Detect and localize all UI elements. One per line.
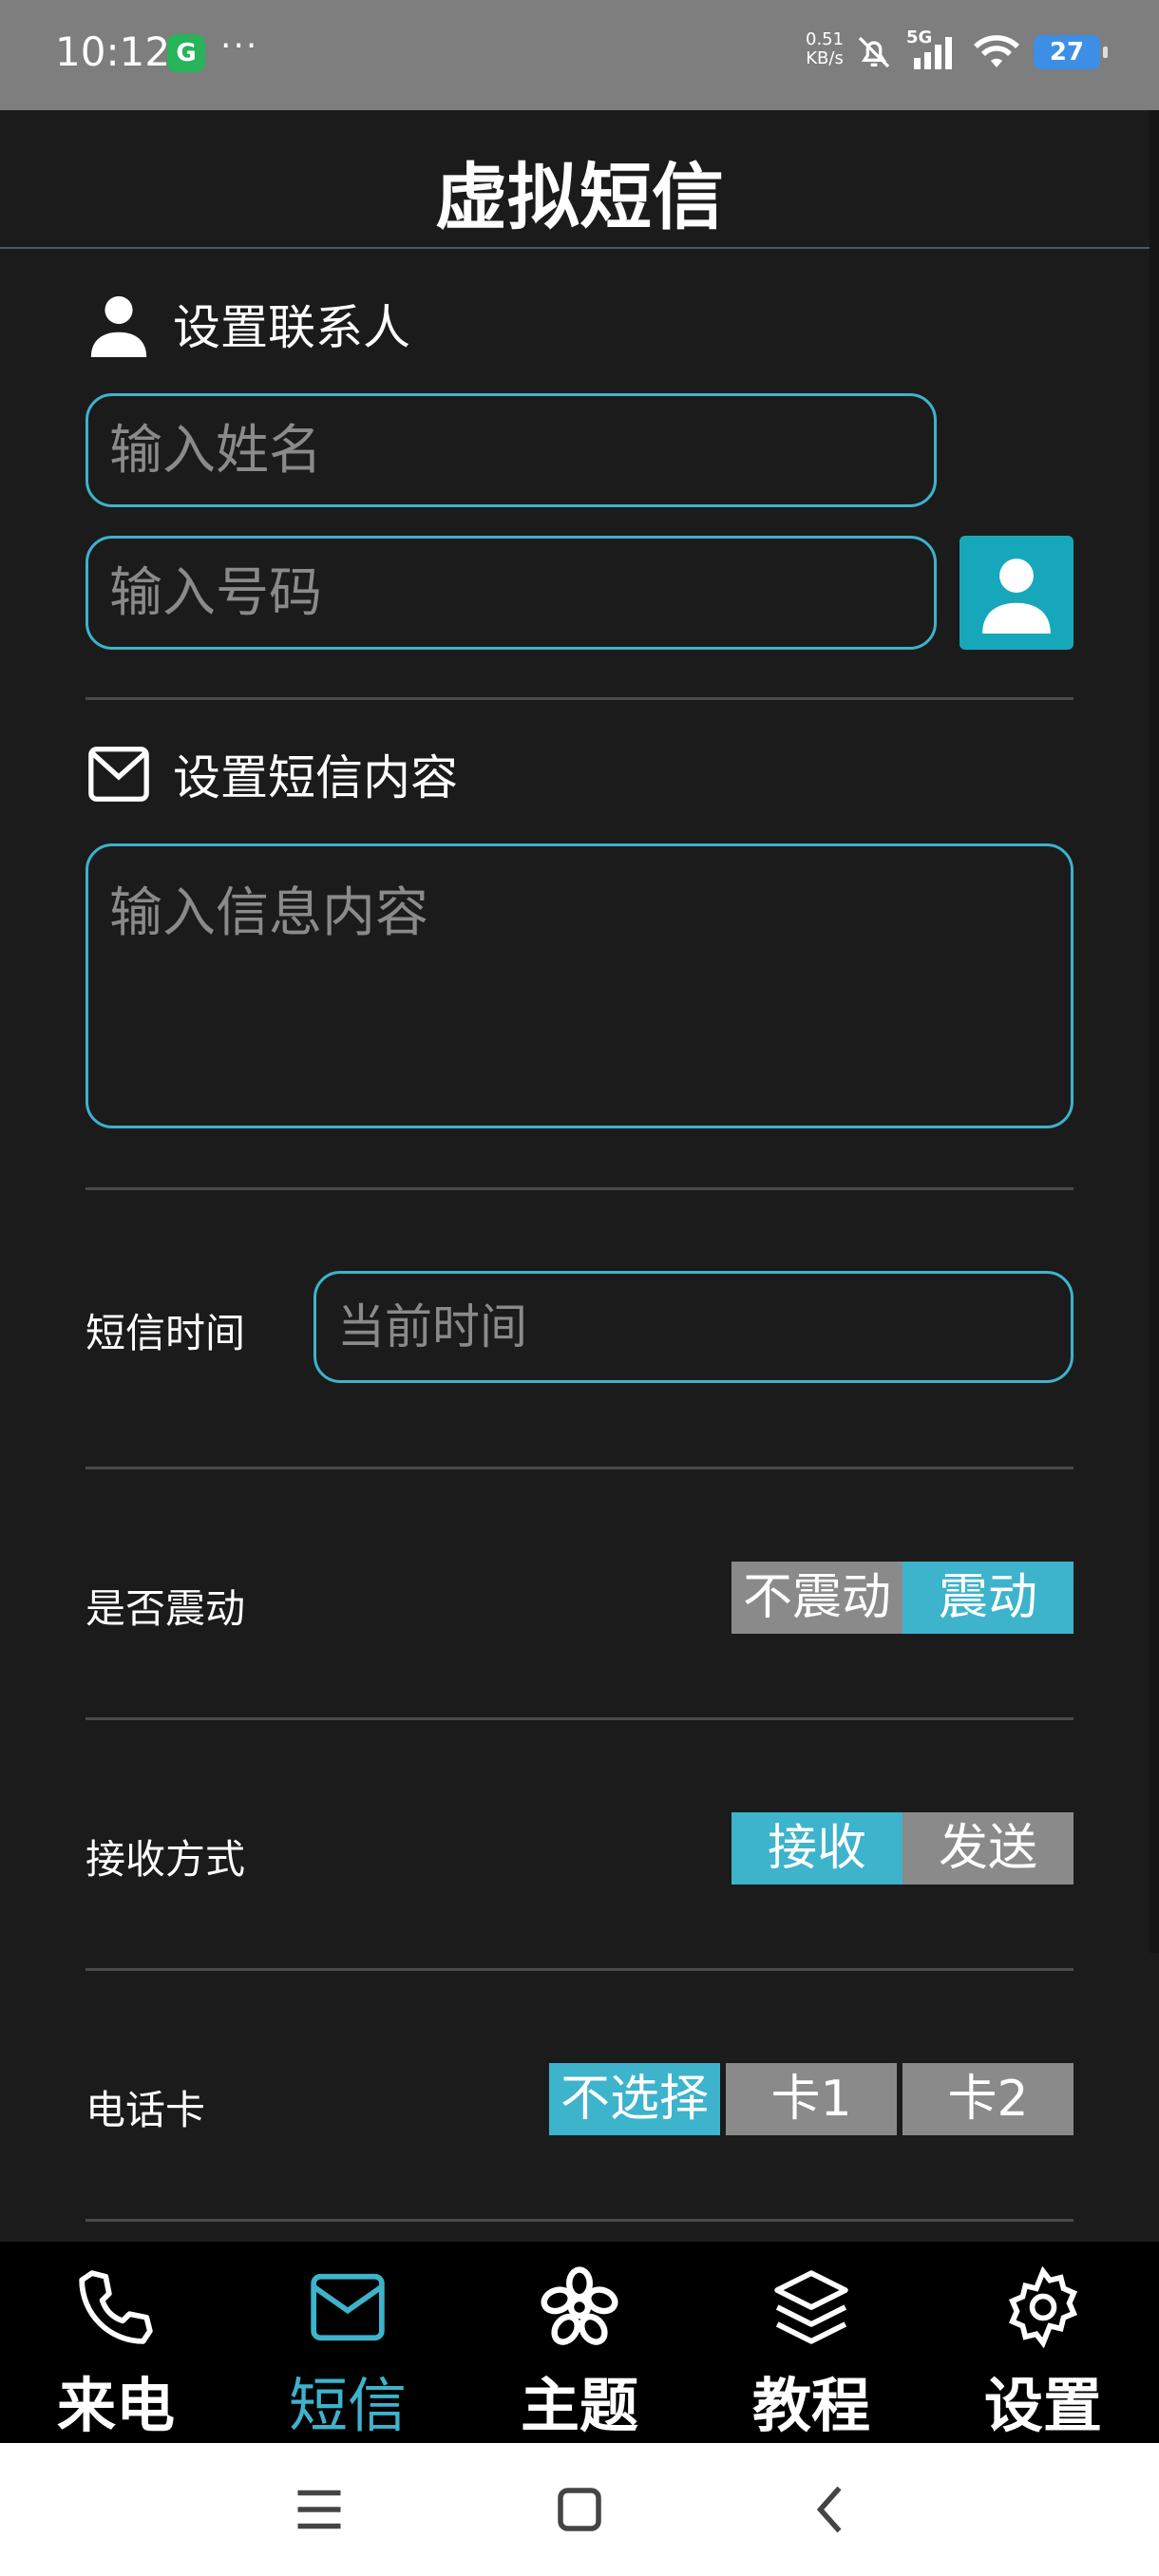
bottom-nav: 来电 短信 主题 教程 设置 [0, 2242, 1159, 2443]
message-content-input[interactable] [86, 843, 1074, 1128]
divider [86, 1968, 1074, 1971]
nav-label: 短信 [288, 2371, 407, 2440]
battery-icon: 27 [1034, 35, 1108, 69]
nav-item-sms[interactable]: 短信 [232, 2242, 464, 2443]
receive-mode-toggle: 接收 发送 [732, 1812, 1074, 1885]
sim2-option[interactable]: 卡2 [902, 2063, 1074, 2135]
nav-item-tutorial[interactable]: 教程 [695, 2242, 927, 2443]
receive-option[interactable]: 接收 [732, 1812, 902, 1885]
more-notifications-icon: ··· [220, 27, 259, 66]
menu-icon[interactable] [291, 2481, 348, 2538]
signal-icon: 5G [906, 28, 960, 71]
contact-section-header: 设置联系人 [86, 291, 410, 357]
home-icon[interactable] [551, 2481, 608, 2538]
envelope-icon [86, 741, 152, 807]
message-section-header: 设置短信内容 [86, 741, 458, 807]
vibrate-label: 是否震动 [86, 1585, 246, 1632]
sim-card-label: 电话卡 [86, 2087, 206, 2133]
page-title: 虚拟短信 [435, 155, 724, 239]
network-speed-value: 0.51 [806, 29, 845, 49]
network-type: 5G [906, 28, 933, 47]
flower-icon [541, 2266, 618, 2345]
gear-icon [1008, 2266, 1078, 2348]
nav-label: 来电 [56, 2371, 175, 2440]
divider [86, 1187, 1074, 1190]
contact-section-label: 设置联系人 [173, 300, 410, 355]
no-vibrate-option[interactable]: 不震动 [732, 1562, 902, 1634]
layers-icon [774, 2270, 848, 2344]
number-input[interactable] [86, 536, 937, 650]
back-icon[interactable] [804, 2481, 861, 2538]
nav-label: 主题 [520, 2371, 638, 2440]
status-time: 10:12 [55, 28, 171, 75]
pick-contact-button[interactable] [960, 536, 1074, 650]
vibrate-toggle: 不震动 震动 [732, 1562, 1074, 1634]
sim1-option[interactable]: 卡1 [726, 2063, 897, 2135]
contact-person-icon [982, 559, 1051, 634]
message-section-label: 设置短信内容 [173, 750, 458, 805]
sim-card-selector: 不选择 卡1 卡2 [549, 2063, 1074, 2135]
person-icon [86, 291, 152, 357]
name-input[interactable] [86, 393, 937, 507]
app-header: 虚拟短信 [0, 110, 1159, 249]
status-bar: 10:12 G ··· 0.51 KB/s 5G 27 [0, 0, 1159, 110]
network-speed-unit: KB/s [806, 48, 844, 68]
nav-item-theme[interactable]: 主题 [464, 2242, 695, 2443]
receive-mode-label: 接收方式 [86, 1836, 246, 1883]
nav-label: 设置 [983, 2371, 1102, 2440]
system-nav-bar [0, 2443, 1159, 2576]
divider [86, 1717, 1074, 1720]
time-label: 短信时间 [86, 1310, 246, 1356]
network-speed: 0.51 KB/s [806, 30, 844, 68]
nav-item-settings[interactable]: 设置 [927, 2242, 1159, 2443]
scrollbar[interactable] [1150, 110, 1159, 1953]
nav-item-call[interactable]: 来电 [0, 2242, 232, 2443]
vibrate-option[interactable]: 震动 [902, 1562, 1074, 1634]
mail-icon [311, 2273, 385, 2341]
mute-bell-icon [858, 36, 890, 68]
time-input[interactable] [314, 1271, 1074, 1383]
send-option[interactable]: 发送 [902, 1812, 1074, 1885]
divider [86, 697, 1074, 700]
phone-icon [79, 2270, 153, 2344]
nav-label: 教程 [751, 2371, 870, 2440]
status-icons: 5G 27 [855, 28, 1108, 76]
no-sim-option[interactable]: 不选择 [549, 2063, 720, 2135]
divider [86, 2219, 1074, 2222]
wifi-icon [974, 35, 1019, 67]
app-notification-icon: G [167, 34, 205, 72]
divider [86, 1467, 1074, 1469]
